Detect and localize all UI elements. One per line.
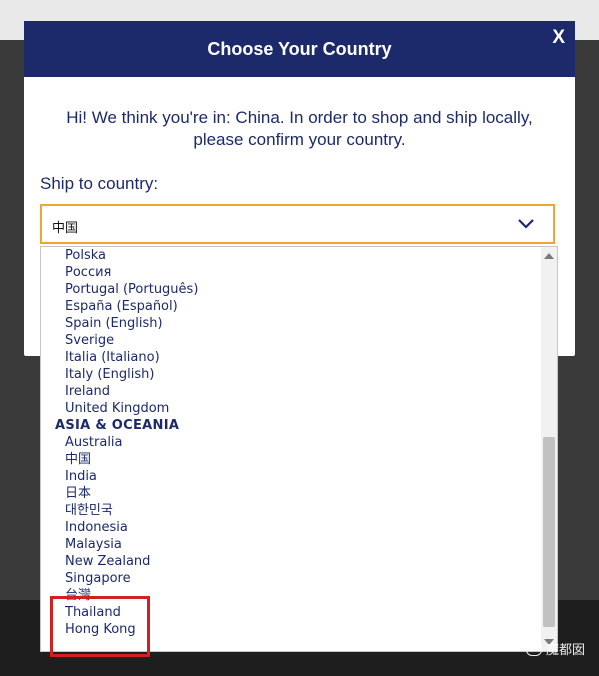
red-highlight-box [50,596,150,657]
country-option[interactable]: Singapore [41,570,541,587]
country-option[interactable]: 日本 [41,485,541,502]
chevron-down-icon [518,219,534,229]
scroll-up-icon[interactable] [544,253,554,259]
selected-country: 中国 [52,221,79,236]
country-option[interactable]: Ireland [41,383,541,400]
country-option[interactable]: Indonesia [41,519,541,536]
close-button[interactable]: X [552,27,565,49]
modal-title: Choose Your Country [207,39,392,59]
scrollbar-thumb[interactable] [543,437,555,627]
country-option[interactable]: United Kingdom [41,400,541,417]
country-option[interactable]: Portugal (Português) [41,281,541,298]
country-option[interactable]: Sverige [41,332,541,349]
modal-header: Choose Your Country X [24,21,575,77]
country-option[interactable]: Россия [41,264,541,281]
country-option[interactable]: Malaysia [41,536,541,553]
option-group-header: ASIA & OCEANIA [55,418,180,433]
country-option[interactable]: India [41,468,541,485]
country-option[interactable]: España (Español) [41,298,541,315]
scrollbar[interactable] [541,247,557,651]
country-option[interactable]: Italy (English) [41,366,541,383]
watermark: 魔都囡 [525,639,585,658]
wechat-icon [525,642,542,656]
country-option[interactable]: Polska [41,247,541,264]
country-options: Polska Россия Portugal (Português) España (… [41,247,541,638]
country-option[interactable]: 대한민국 [41,502,541,519]
location-message: Hi! We think you're in: China. In order … [66,108,533,149]
watermark-text: 魔都囡 [545,643,585,658]
country-select[interactable]: 中国 [40,204,555,244]
country-option[interactable]: 中国 [41,451,541,468]
country-option[interactable]: Spain (English) [41,315,541,332]
country-option[interactable]: Italia (Italiano) [41,349,541,366]
country-dropdown-list[interactable]: Polska Россия Portugal (Português) España (… [40,246,558,652]
country-option[interactable]: New Zealand [41,553,541,570]
country-option[interactable]: Australia [41,434,541,451]
ship-to-country-label: Ship to country: [40,174,159,193]
